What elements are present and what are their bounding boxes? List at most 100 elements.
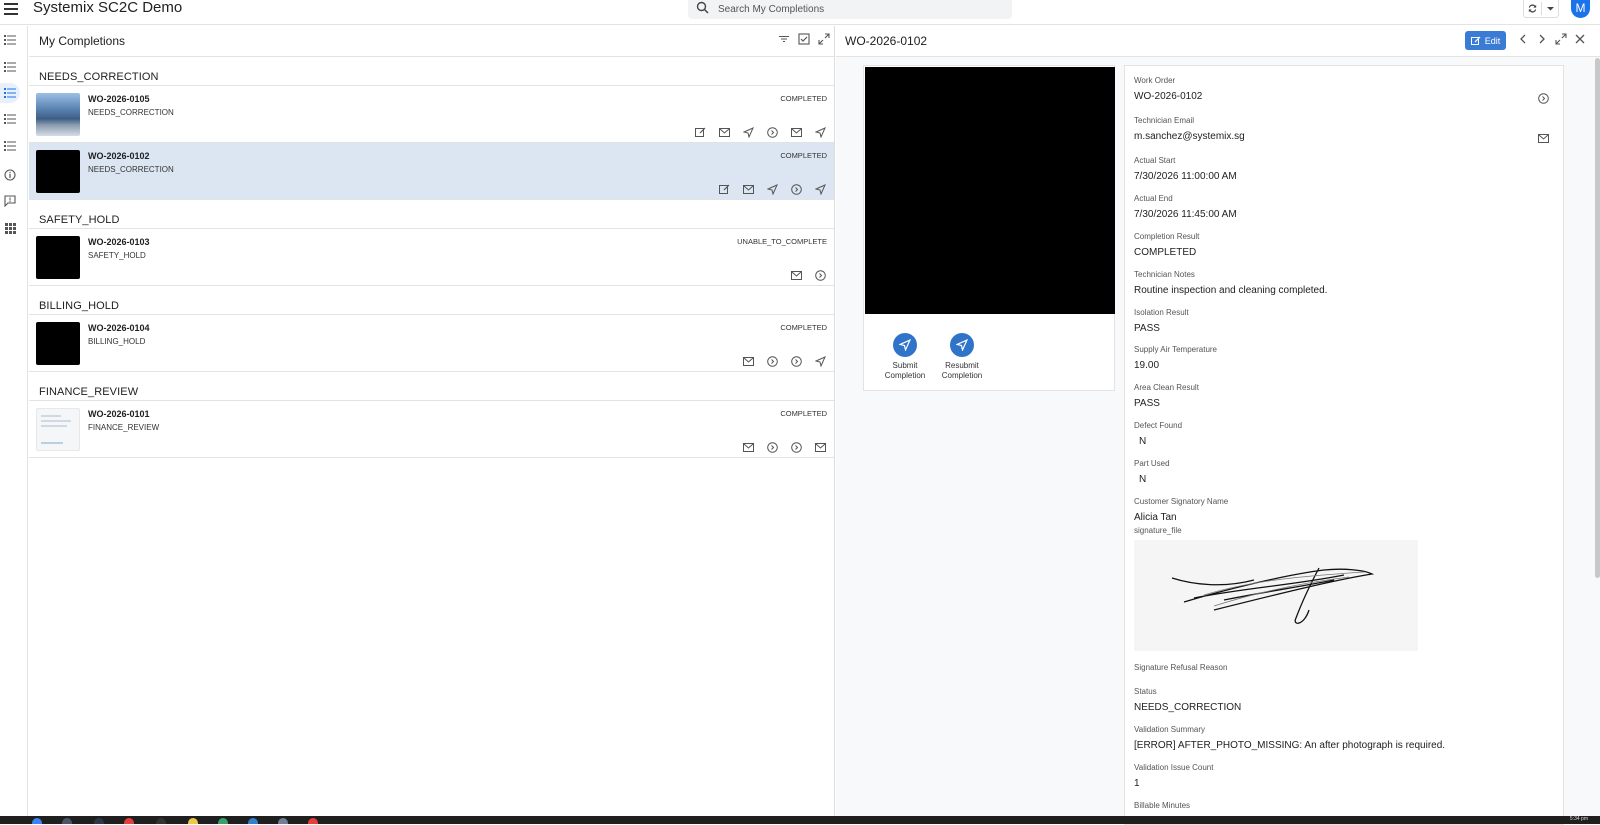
submit-completion-button[interactable]: Submit Completion (873, 333, 937, 381)
row-result: UNABLE_TO_COMPLETE (737, 237, 827, 246)
top-app-bar: Systemix SC2C Demo M (0, 0, 1600, 25)
work-order-id: WO-2026-0101 (88, 409, 150, 419)
row-status: NEEDS_CORRECTION (88, 165, 174, 174)
field-isolation-result: Isolation Result PASS (1134, 308, 1189, 334)
arrow-circle-icon[interactable] (788, 355, 804, 367)
checkbox-icon[interactable] (798, 33, 810, 45)
arrow-circle-icon[interactable] (788, 183, 804, 195)
send-icon[interactable] (764, 183, 780, 195)
mail-icon[interactable] (740, 355, 756, 367)
arrow-circle-icon[interactable] (764, 441, 780, 453)
scrollbar[interactable] (1595, 58, 1600, 578)
expand-icon[interactable] (818, 33, 830, 45)
edit-button[interactable]: Edit (1465, 31, 1506, 50)
send-icon[interactable] (740, 126, 756, 138)
arrow-circle-icon[interactable] (812, 269, 828, 281)
photo-thumbnail[interactable] (36, 322, 80, 365)
avatar[interactable]: M (1571, 0, 1590, 18)
send-icon[interactable] (812, 126, 828, 138)
field-signature-file: signature_file (1134, 526, 1182, 535)
photo-thumbnail[interactable] (36, 236, 80, 279)
row-result: COMPLETED (780, 323, 827, 332)
list-icon[interactable] (0, 30, 20, 50)
arrow-circle-icon[interactable] (1538, 93, 1549, 104)
search-icon (696, 1, 709, 14)
mail-icon[interactable] (812, 441, 828, 453)
photo-thumbnail[interactable] (36, 150, 80, 193)
list-item[interactable]: WO-2026-0101 FINANCE_REVIEW COMPLETED (29, 401, 834, 458)
arrow-circle-icon[interactable] (764, 126, 780, 138)
field-actual-end: Actual End 7/30/2026 11:45:00 AM (1134, 194, 1237, 220)
field-work-order: Work Order WO-2026-0102 (1134, 76, 1203, 102)
field-billable-minutes: Billable Minutes (1134, 801, 1191, 810)
chevron-left-icon[interactable] (1517, 33, 1529, 45)
field-part-used: Part Used N (1134, 459, 1170, 485)
list-item-selected[interactable]: WO-2026-0102 NEEDS_CORRECTION COMPLETED (29, 143, 834, 200)
work-order-id: WO-2026-0104 (88, 323, 150, 333)
expand-icon[interactable] (1555, 33, 1567, 45)
list-icon[interactable] (0, 136, 20, 156)
field-signature-refusal-reason: Signature Refusal Reason (1134, 663, 1228, 672)
row-status: NEEDS_CORRECTION (88, 108, 174, 117)
list-icon-active[interactable] (0, 83, 20, 103)
mail-icon[interactable] (740, 441, 756, 453)
row-result: COMPLETED (780, 151, 827, 160)
row-status: FINANCE_REVIEW (88, 423, 160, 432)
field-defect-found: Defect Found N (1134, 421, 1183, 447)
photo-viewer[interactable] (865, 67, 1115, 314)
feedback-icon[interactable] (0, 191, 20, 211)
resubmit-label-1: Resubmit (945, 361, 979, 370)
mail-icon[interactable] (1538, 134, 1549, 143)
field-validation-issue-count: Validation Issue Count 1 (1134, 763, 1214, 789)
detail-fields: Work Order WO-2026-0102 Technician Email… (1124, 65, 1564, 825)
list-item[interactable]: WO-2026-0103 SAFETY_HOLD UNABLE_TO_COMPL… (29, 229, 834, 286)
list-item[interactable]: WO-2026-0105 NEEDS_CORRECTION COMPLETED (29, 86, 834, 143)
filter-icon[interactable] (778, 33, 790, 45)
sync-menu-button[interactable] (1523, 0, 1559, 18)
edit-icon[interactable] (692, 126, 708, 138)
field-customer-signatory-name: Customer Signatory Name Alicia Tan (1134, 497, 1229, 523)
detail-panel: WO-2026-0102 Edit Submit Completion Resub… (836, 26, 1600, 825)
app-title: Systemix SC2C Demo (33, 0, 183, 16)
search-box[interactable] (688, 0, 1012, 19)
photo-thumbnail[interactable] (36, 93, 80, 136)
document-thumbnail[interactable] (36, 408, 80, 451)
close-icon[interactable] (1574, 33, 1586, 45)
mail-icon[interactable] (788, 126, 804, 138)
field-area-clean-result: Area Clean Result PASS (1134, 383, 1199, 409)
system-clock: 5:34 pm (1569, 816, 1588, 822)
edit-icon[interactable] (716, 183, 732, 195)
apps-grid-icon[interactable] (0, 218, 20, 238)
info-icon[interactable] (0, 165, 20, 185)
edit-icon (1470, 36, 1481, 45)
chevron-right-icon[interactable] (1536, 33, 1548, 45)
field-validation-summary: Validation Summary [ERROR] AFTER_PHOTO_M… (1134, 725, 1446, 751)
sync-icon[interactable] (1527, 3, 1538, 14)
field-actual-start: Actual Start 7/30/2026 11:00:00 AM (1134, 156, 1237, 182)
resubmit-completion-button[interactable]: Resubmit Completion (930, 333, 994, 381)
send-icon[interactable] (812, 183, 828, 195)
mail-icon[interactable] (788, 269, 804, 281)
row-result: COMPLETED (780, 409, 827, 418)
media-card: Submit Completion Resubmit Completion (863, 65, 1115, 391)
arrow-circle-icon[interactable] (788, 441, 804, 453)
menu-icon[interactable] (3, 1, 19, 17)
mail-icon[interactable] (716, 126, 732, 138)
work-order-id: WO-2026-0102 (88, 151, 150, 161)
caret-down-icon[interactable] (1546, 6, 1555, 12)
send-icon (899, 339, 911, 351)
arrow-circle-icon[interactable] (764, 355, 780, 367)
row-result: COMPLETED (780, 94, 827, 103)
signature-image[interactable] (1134, 540, 1418, 651)
send-icon[interactable] (812, 355, 828, 367)
group-header: SAFETY_HOLD (29, 200, 834, 229)
mail-icon[interactable] (740, 183, 756, 195)
row-status: BILLING_HOLD (88, 337, 146, 346)
search-input[interactable] (718, 1, 998, 17)
list-icon[interactable] (0, 57, 20, 77)
taskbar: 5:34 pm (0, 816, 1600, 824)
list-icon[interactable] (0, 109, 20, 129)
list-item[interactable]: WO-2026-0104 BILLING_HOLD COMPLETED (29, 315, 834, 372)
list-title: My Completions (39, 34, 126, 48)
field-supply-air-temperature: Supply Air Temperature 19.00 (1134, 345, 1218, 371)
